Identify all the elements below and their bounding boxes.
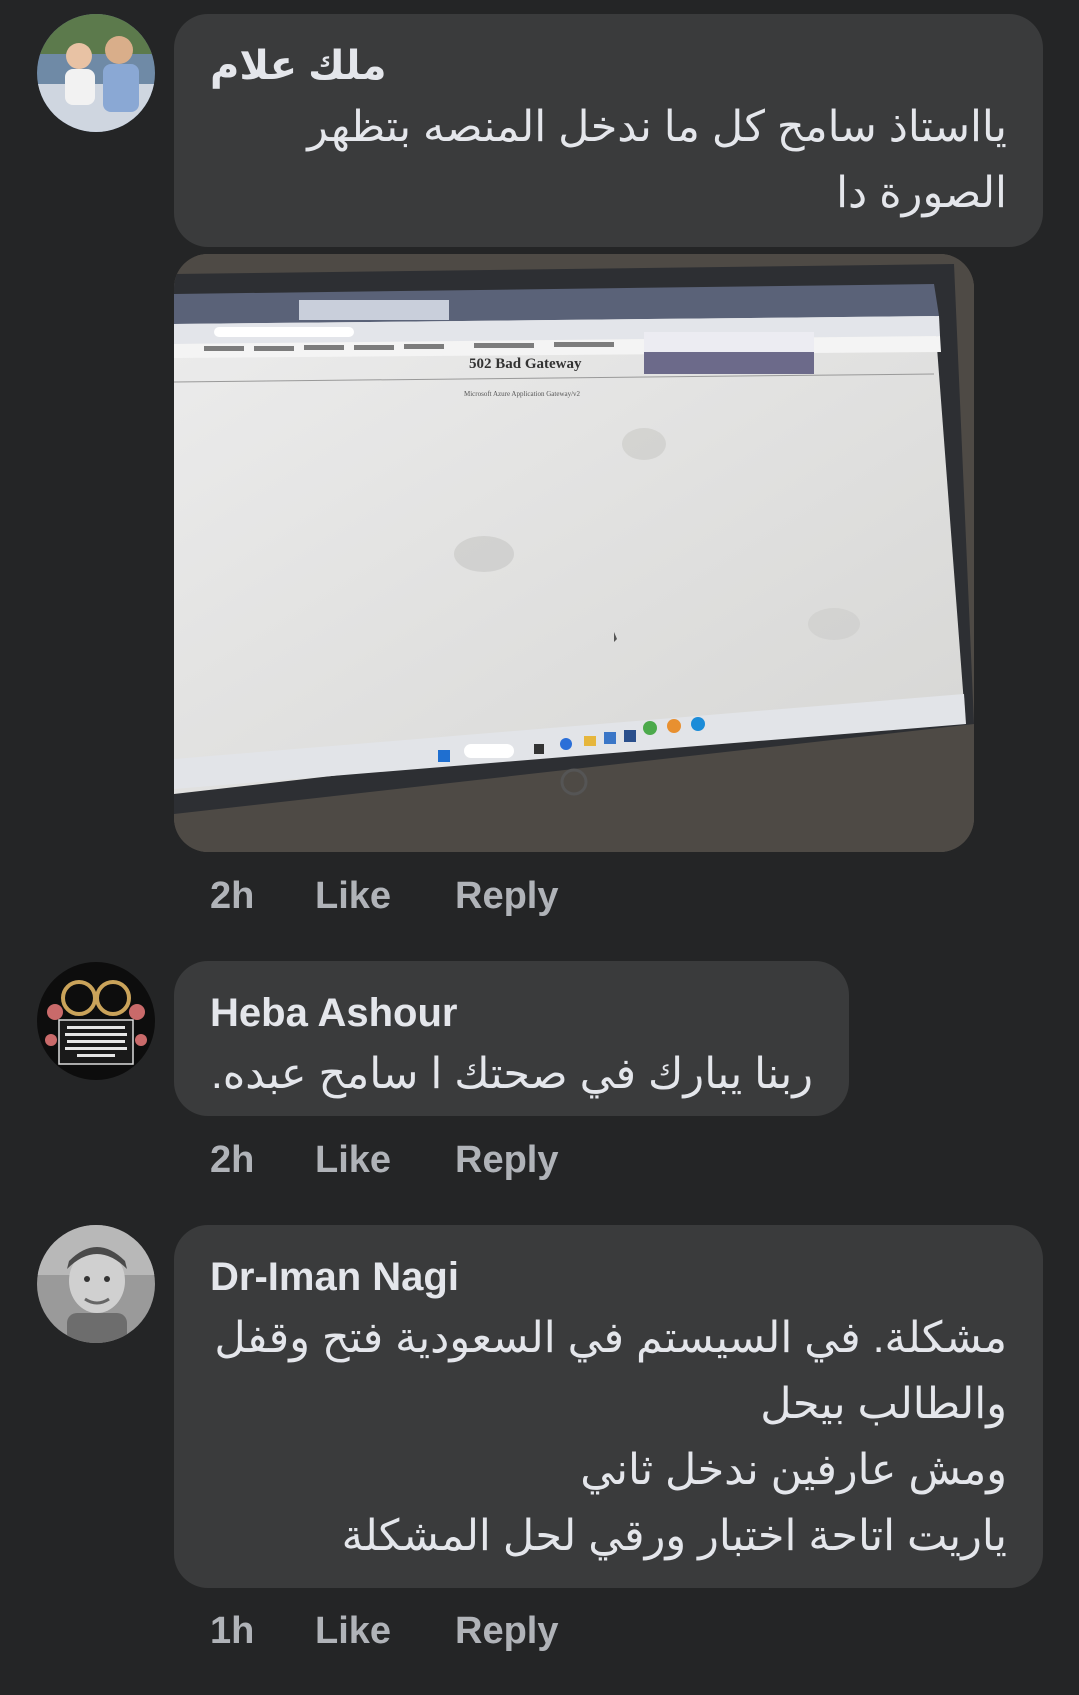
screen-error-subtitle: Microsoft Azure Application Gateway/v2 [464, 390, 581, 398]
comment-timestamp[interactable]: 2h [210, 1139, 315, 1182]
reply-button[interactable]: Reply [455, 875, 558, 918]
comment-timestamp[interactable]: 1h [210, 1610, 315, 1653]
like-button[interactable]: Like [315, 1139, 455, 1182]
comment-timestamp[interactable]: 2h [210, 875, 315, 918]
avatar[interactable] [37, 1225, 155, 1343]
comment-text: ربنا يبارك في صحتك ا سامح عبده. [210, 1050, 813, 1098]
reply-button[interactable]: Reply [455, 1139, 558, 1182]
avatar[interactable] [37, 962, 155, 1080]
avatar[interactable] [37, 14, 155, 132]
comment-author[interactable]: ملك علام [210, 42, 1007, 90]
comment-bubble: ملك علام يااستاذ سامح كل ما ندخل المنصه … [174, 14, 1043, 247]
comment-actions: 1h Like Reply [210, 1610, 558, 1653]
comment-bubble: Dr-Iman Nagi مشكلة. في السيستم في السعود… [174, 1225, 1043, 1588]
comment-text: مشكلة. في السيستم في السعودية فتح وقفل و… [214, 1314, 1007, 1560]
screen-error-title: 502 Bad Gateway [469, 356, 582, 372]
like-button[interactable]: Like [315, 1610, 455, 1653]
comment-author[interactable]: Heba Ashour [210, 989, 813, 1037]
comment-actions: 2h Like Reply [210, 875, 558, 918]
comment-photo-attachment[interactable]: 502 Bad Gateway Microsoft Azure Applicat… [174, 254, 974, 852]
like-button[interactable]: Like [315, 875, 455, 918]
reply-button[interactable]: Reply [455, 1610, 558, 1653]
comment-author[interactable]: Dr-Iman Nagi [210, 1253, 1007, 1301]
comment-text: يااستاذ سامح كل ما ندخل المنصه بتظهر الص… [307, 103, 1007, 217]
comment-bubble: Heba Ashour ربنا يبارك في صحتك ا سامح عب… [174, 961, 849, 1116]
comment-actions: 2h Like Reply [210, 1139, 558, 1182]
